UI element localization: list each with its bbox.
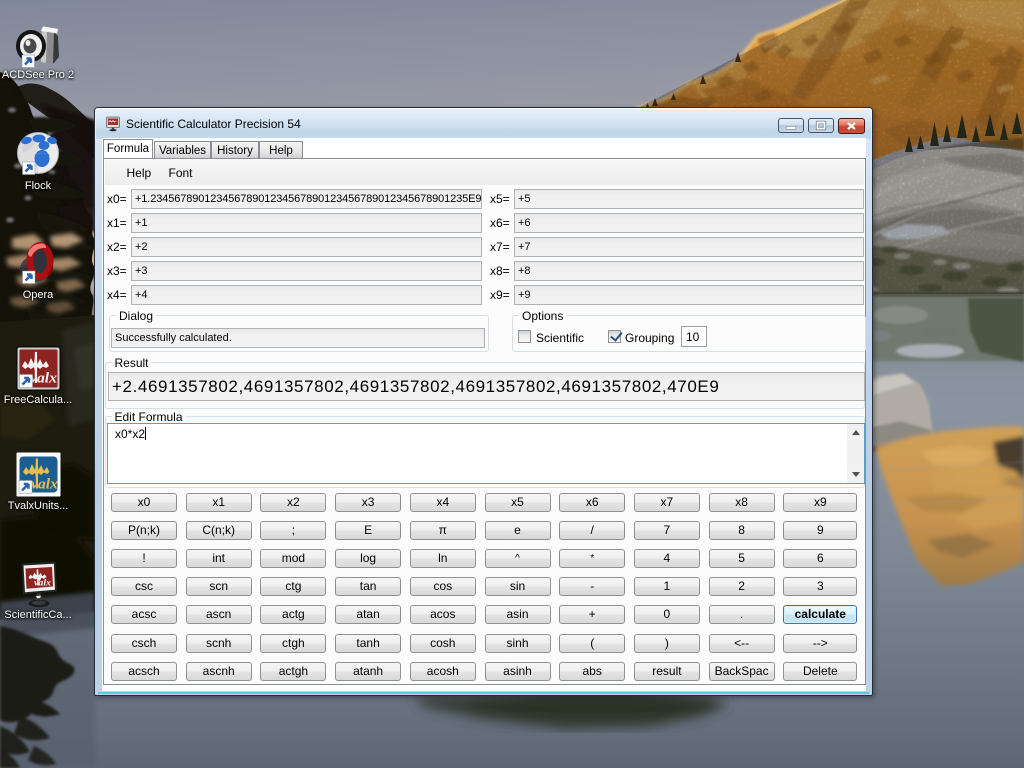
svg-text:valx: valx: [30, 371, 58, 387]
svg-text:valx: valx: [31, 477, 59, 493]
svg-text:valx: valx: [34, 579, 51, 589]
